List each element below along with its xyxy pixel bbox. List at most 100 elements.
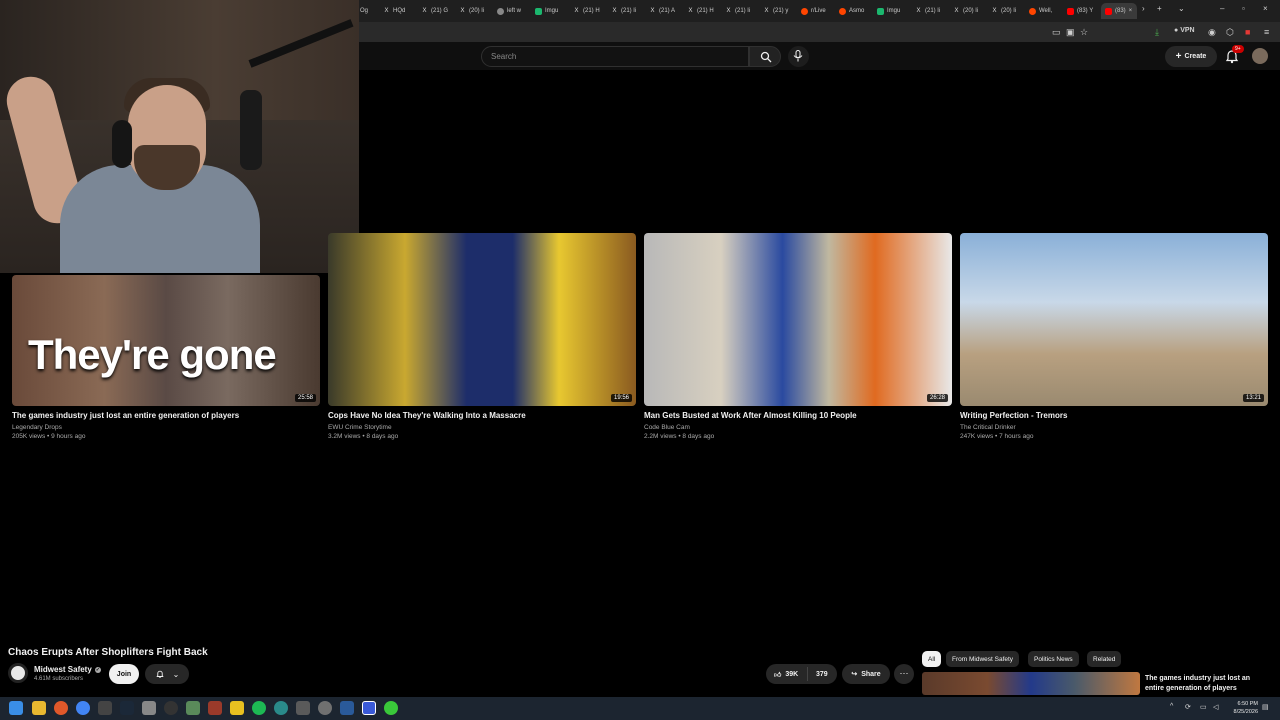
dislike-button[interactable]: 379	[808, 671, 828, 678]
obs-icon[interactable]	[164, 701, 178, 715]
vpn-button[interactable]: ● VPN	[1174, 27, 1195, 34]
browser-tab[interactable]: r/Live	[801, 3, 837, 19]
browser-tab[interactable]: X (21) A	[649, 3, 685, 19]
app-icon[interactable]	[186, 701, 200, 715]
video-thumbnail[interactable]: 13:21	[960, 233, 1268, 406]
app-icon[interactable]	[296, 701, 310, 715]
minimize-icon[interactable]: –	[1220, 4, 1224, 13]
spotify-icon[interactable]	[252, 701, 266, 715]
close-tab-icon[interactable]: ×	[1129, 8, 1133, 14]
channel-avatar[interactable]	[8, 663, 28, 683]
join-button[interactable]: Join	[109, 664, 139, 684]
browser-tab[interactable]: X (20) li	[459, 3, 495, 19]
browser-tab[interactable]: X HQd	[383, 3, 419, 19]
video-title[interactable]: Man Gets Busted at Work After Almost Kil…	[644, 411, 952, 421]
create-button[interactable]: + Create	[1165, 46, 1217, 67]
browser-tab[interactable]: X (21) G	[421, 3, 457, 19]
browser-tab[interactable]: X (21) H	[573, 3, 609, 19]
app-icon[interactable]	[142, 701, 156, 715]
video-card[interactable]: 26:28 Man Gets Busted at Work After Almo…	[644, 233, 952, 442]
channel-name-main[interactable]: Midwest Safety ✓	[34, 665, 101, 674]
channel-name[interactable]: Legendary Drops	[12, 423, 320, 432]
recommended-title[interactable]: The games industry just lost an entire g…	[1145, 674, 1270, 694]
chrome-icon[interactable]	[76, 701, 90, 715]
imgur-icon	[877, 7, 884, 15]
volume-icon[interactable]: ◁	[1213, 703, 1218, 711]
extension-icon[interactable]: ■	[1245, 27, 1250, 37]
picture-in-picture-icon[interactable]: ▣	[1066, 27, 1075, 38]
browser-tab[interactable]: (83) Y	[1067, 3, 1099, 19]
cast-icon[interactable]: ▭	[1052, 27, 1061, 38]
browser-tab[interactable]: X (21) li	[725, 3, 761, 19]
notification-center-icon[interactable]: ▤	[1262, 703, 1269, 711]
browser-tab[interactable]: Og	[360, 3, 382, 19]
tray-app-icon[interactable]: ⟳	[1185, 703, 1191, 711]
file-explorer-icon[interactable]	[32, 701, 46, 715]
video-thumbnail[interactable]: 19:56	[328, 233, 636, 406]
tray-overflow-icon[interactable]: ^	[1170, 703, 1173, 710]
share-icon: ↪	[851, 671, 858, 678]
chip-from-channel[interactable]: From Midwest Safety	[946, 651, 1020, 667]
app-icon[interactable]	[384, 701, 398, 715]
steam-icon[interactable]	[120, 701, 134, 715]
video-card[interactable]: They're gone 25:58 The games industry ju…	[12, 275, 320, 442]
channel-name[interactable]: The Critical Drinker	[960, 423, 1268, 432]
browser-tab[interactable]: X (21) li	[611, 3, 647, 19]
like-button[interactable]: 👍︎ 39K	[766, 667, 808, 681]
browser-tab-active[interactable]: (83) ×	[1101, 3, 1137, 19]
app-icon[interactable]	[340, 701, 354, 715]
tab-label: left w	[507, 8, 522, 14]
chip-politics-news[interactable]: Politics News	[1028, 651, 1079, 667]
tab-list-icon[interactable]: ⌄	[1178, 4, 1185, 13]
profile-icon[interactable]: ◉	[1208, 27, 1216, 38]
browser-tab[interactable]: Imgu	[535, 3, 571, 19]
video-title[interactable]: Writing Perfection - Tremors	[960, 411, 1268, 421]
voice-search-button[interactable]	[788, 46, 809, 67]
chip-all[interactable]: All	[922, 651, 942, 667]
maximize-icon[interactable]: ▫	[1242, 4, 1245, 13]
app-icon[interactable]	[98, 701, 112, 715]
account-avatar[interactable]	[1252, 48, 1268, 64]
browser-tab[interactable]: X (20) li	[991, 3, 1027, 19]
download-icon[interactable]: ⤓	[1155, 27, 1159, 38]
app-icon[interactable]	[208, 701, 222, 715]
settings-icon[interactable]	[318, 701, 332, 715]
browser-tab[interactable]: left w	[497, 3, 533, 19]
browser-tab[interactable]: X (20) li	[953, 3, 989, 19]
warning-app-icon[interactable]	[230, 701, 244, 715]
channel-name[interactable]: EWU Crime Storytime	[328, 423, 636, 432]
chip-related[interactable]: Related	[1087, 651, 1122, 667]
tab-label: (21) li	[621, 8, 637, 14]
browser-tab[interactable]: Asmo	[839, 3, 875, 19]
browser-tab[interactable]: X (21) li	[915, 3, 951, 19]
video-card[interactable]: 13:21 Writing Perfection - Tremors The C…	[960, 233, 1268, 442]
channel-name[interactable]: Code Blue Cam	[644, 423, 952, 432]
extensions-icon[interactable]: ⬡	[1226, 27, 1234, 38]
start-icon[interactable]	[9, 701, 23, 715]
bookmark-star-icon[interactable]: ☆	[1080, 27, 1088, 38]
more-actions-button[interactable]: ⋯	[894, 664, 914, 684]
taskbar-clock[interactable]: 6:50 PM 8/25/2026	[1224, 700, 1258, 716]
video-thumbnail[interactable]: 26:28	[644, 233, 952, 406]
video-title[interactable]: The games industry just lost an entire g…	[12, 411, 320, 421]
app-icon[interactable]	[274, 701, 288, 715]
subscribed-notifications-button[interactable]: ⌄	[145, 664, 189, 684]
video-thumbnail[interactable]: They're gone 25:58	[12, 275, 320, 406]
recommended-thumbnail[interactable]	[922, 672, 1140, 695]
browser-tab[interactable]: Well,	[1029, 3, 1065, 19]
browser-tab[interactable]: X (21) y	[763, 3, 799, 19]
browser-tab[interactable]: X (21) H	[687, 3, 723, 19]
video-title[interactable]: Cops Have No Idea They're Walking Into a…	[328, 411, 636, 421]
search-button[interactable]	[749, 46, 781, 67]
firefox-icon[interactable]	[54, 701, 68, 715]
new-tab-button[interactable]: +	[1157, 4, 1162, 13]
share-button[interactable]: ↪ Share	[842, 664, 890, 684]
search-input[interactable]: Search	[481, 46, 749, 67]
video-card[interactable]: 19:56 Cops Have No Idea They're Walking …	[328, 233, 636, 442]
browser-menu-icon[interactable]: ≡	[1264, 27, 1269, 37]
active-app-icon[interactable]	[362, 701, 376, 715]
browser-tab[interactable]: Imgu	[877, 3, 913, 19]
network-icon[interactable]: ▭	[1200, 703, 1207, 711]
tab-scroll-icon[interactable]: ›	[1142, 4, 1145, 13]
close-window-icon[interactable]: ×	[1263, 4, 1268, 13]
